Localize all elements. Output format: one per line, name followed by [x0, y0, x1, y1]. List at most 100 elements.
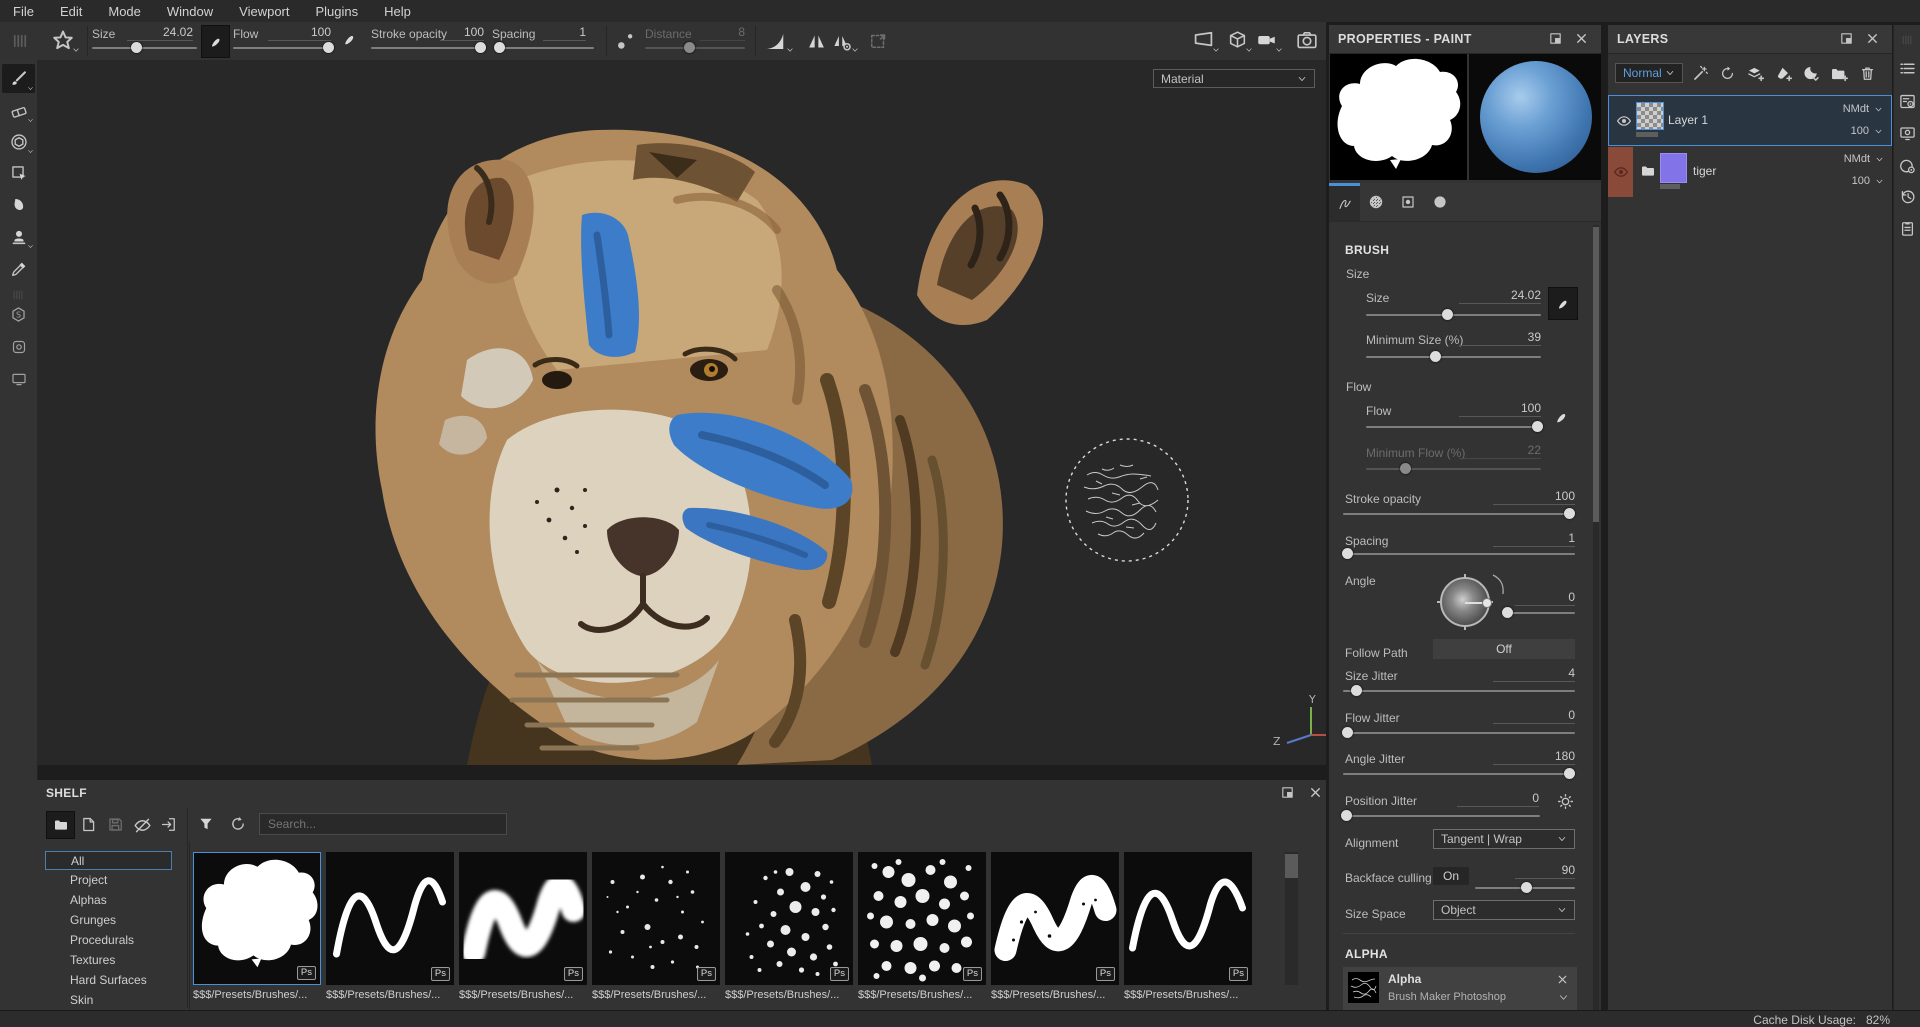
flow-value[interactable]: 100	[268, 25, 331, 41]
layer-opacity[interactable]: 100	[1851, 125, 1869, 137]
tab-alpha[interactable]	[1360, 183, 1391, 221]
dock-grip[interactable]	[1898, 35, 1916, 45]
layer-row-layer1[interactable]: Layer 1 NMdt 100	[1608, 95, 1892, 146]
close-icon[interactable]	[1556, 973, 1569, 986]
display-settings-icon[interactable]	[1899, 125, 1916, 142]
shelf-category-procedurals[interactable]: Procedurals	[45, 931, 172, 950]
shelf-brush-item[interactable]: Ps $$$/Presets/Brushes/...	[1124, 852, 1252, 1001]
texture-set-list-icon[interactable]	[1899, 60, 1916, 77]
shelf-category-hard-surfaces[interactable]: Hard Surfaces	[45, 971, 172, 990]
alignment-select[interactable]: Tangent | Wrap	[1433, 829, 1575, 849]
menu-file[interactable]: File	[0, 4, 47, 19]
alpha-resource-item[interactable]: Alpha Brush Maker Photoshop	[1343, 967, 1577, 1010]
flow-slider[interactable]	[233, 47, 332, 49]
min-size-slider[interactable]	[1366, 356, 1541, 358]
symmetry-settings-icon[interactable]	[831, 31, 852, 52]
new-resource-icon[interactable]	[80, 816, 97, 833]
chevron-down-icon[interactable]	[786, 46, 794, 54]
log-icon[interactable]	[1899, 220, 1916, 237]
visibility-eye-icon[interactable]	[1616, 113, 1632, 129]
close-icon[interactable]	[1574, 31, 1589, 46]
tool-display[interactable]	[2, 364, 35, 393]
add-effect-icon[interactable]	[1692, 65, 1709, 82]
stroke-opacity-value[interactable]: 100	[440, 25, 484, 41]
add-fill-layer-icon[interactable]	[1774, 65, 1792, 83]
brush-stroke-preview[interactable]	[1469, 54, 1601, 180]
brush-alpha-preview[interactable]	[1330, 54, 1467, 180]
shelf-brush-item[interactable]: Ps $$$/Presets/Brushes/...	[725, 852, 853, 1001]
size-jitter-value[interactable]: 4	[1493, 666, 1575, 682]
angle-dial[interactable]	[1440, 577, 1490, 627]
tool-polygon-fill[interactable]	[2, 158, 35, 187]
visibility-eye-icon[interactable]	[1613, 164, 1629, 180]
backface-culling-slider[interactable]	[1475, 887, 1575, 889]
shelf-brush-item[interactable]: Ps $$$/Presets/Brushes/...	[193, 852, 321, 1001]
tab-material[interactable]	[1424, 183, 1455, 221]
tab-brush[interactable]	[1329, 183, 1360, 221]
tool-resources[interactable]	[2, 332, 35, 361]
viewport-shader-select[interactable]: Material	[1153, 69, 1315, 88]
layer-channels[interactable]: NMdt	[1843, 103, 1869, 115]
menu-help[interactable]: Help	[371, 4, 424, 19]
backface-culling-value[interactable]: 90	[1515, 863, 1575, 879]
dock-icon[interactable]	[1839, 31, 1854, 46]
spacing-slider[interactable]	[497, 47, 594, 49]
size-value[interactable]: 24.02	[1459, 288, 1541, 304]
size-jitter-slider[interactable]	[1343, 690, 1575, 692]
tool-material-picker[interactable]	[2, 254, 35, 283]
spacing-value[interactable]: 1	[543, 25, 586, 41]
shelf-brush-item[interactable]: Ps $$$/Presets/Brushes/...	[326, 852, 454, 1001]
pivot-icon[interactable]	[1719, 65, 1736, 82]
texture-set-settings-icon[interactable]	[1899, 93, 1916, 110]
blend-mode-select[interactable]: Normal	[1615, 63, 1683, 83]
shelf-brush-item[interactable]: Ps $$$/Presets/Brushes/...	[858, 852, 986, 1001]
tool-substance[interactable]: S	[2, 300, 35, 329]
falloff-curve-icon[interactable]	[764, 30, 787, 53]
chevron-down-icon[interactable]	[1875, 155, 1884, 164]
flow-pressure-icon[interactable]	[1553, 409, 1570, 426]
dock-icon[interactable]	[1548, 31, 1563, 46]
properties-scrollbar[interactable]	[1593, 225, 1599, 1010]
menu-window[interactable]: Window	[154, 4, 226, 19]
menu-plugins[interactable]: Plugins	[302, 4, 371, 19]
chevron-down-icon[interactable]	[1212, 46, 1220, 54]
size-pressure-button[interactable]	[1548, 287, 1578, 320]
shelf-scrollbar[interactable]	[1285, 852, 1298, 985]
shelf-category-alphas[interactable]: Alphas	[45, 891, 172, 910]
shelf-brush-item[interactable]: Ps $$$/Presets/Brushes/...	[991, 852, 1119, 1001]
position-jitter-value[interactable]: 0	[1457, 791, 1539, 807]
layer-row-tiger[interactable]: tiger NMdt 100	[1608, 147, 1892, 197]
angle-value[interactable]: 0	[1515, 590, 1575, 606]
dock-icon[interactable]	[1280, 785, 1295, 800]
viewport-3d[interactable]: Material Y X Z	[37, 60, 1326, 765]
shelf-category-textures[interactable]: Textures	[45, 951, 172, 970]
shelf-category-skin[interactable]: Skin	[45, 991, 172, 1010]
tool-paint[interactable]	[2, 64, 35, 93]
chevron-down-icon[interactable]	[72, 46, 80, 54]
delete-layer-icon[interactable]	[1859, 65, 1876, 82]
layer-thumbnail[interactable]	[1660, 153, 1687, 183]
chevron-down-icon[interactable]	[1874, 105, 1883, 114]
chevron-down-icon[interactable]	[1875, 177, 1884, 186]
chevron-down-icon[interactable]	[1558, 992, 1569, 1003]
shelf-category-project[interactable]: Project	[45, 871, 172, 890]
toolbar-grip[interactable]	[8, 34, 32, 48]
size-pressure-button[interactable]	[201, 25, 230, 58]
follow-path-toggle[interactable]: Off	[1433, 639, 1575, 659]
angle-dial-handle[interactable]	[1482, 598, 1492, 608]
layer-name[interactable]: tiger	[1693, 164, 1716, 178]
min-size-value[interactable]: 39	[1459, 330, 1541, 346]
menu-mode[interactable]: Mode	[95, 4, 154, 19]
chevron-down-icon[interactable]	[1874, 127, 1883, 136]
screenshot-icon[interactable]	[1296, 29, 1318, 51]
flow-slider[interactable]	[1366, 426, 1541, 428]
tool-smudge[interactable]	[2, 190, 35, 219]
add-folder-icon[interactable]	[1830, 65, 1848, 83]
hide-resources-icon[interactable]	[133, 816, 152, 835]
add-layer-icon[interactable]	[1746, 65, 1764, 83]
menu-viewport[interactable]: Viewport	[226, 4, 302, 19]
shelf-brush-item[interactable]: Ps $$$/Presets/Brushes/...	[459, 852, 587, 1001]
spacing-slider[interactable]	[1343, 553, 1575, 555]
close-icon[interactable]	[1308, 785, 1323, 800]
layer-opacity[interactable]: 100	[1852, 175, 1870, 187]
